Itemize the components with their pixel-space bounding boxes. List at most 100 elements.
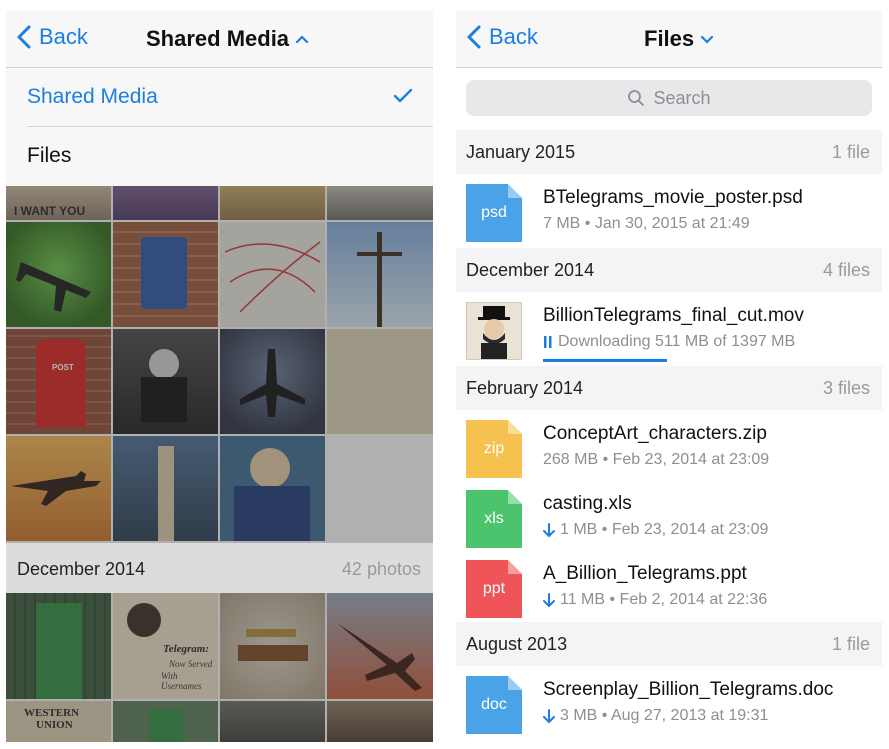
section-title: December 2014 (466, 260, 595, 280)
menu-item-shared-media[interactable]: Shared Media (6, 68, 433, 126)
section-count: 4 files (822, 260, 870, 280)
section-title: February 2014 (466, 378, 584, 398)
section-count: 1 file (831, 142, 870, 162)
section-count: 1 file (831, 634, 870, 654)
file-name: BTelegrams_movie_poster.psd (543, 187, 803, 208)
search-icon (628, 90, 645, 106)
file-ext-label: ppt (482, 580, 506, 597)
files-panel: Back Files Search January 2015 1 file ps… (456, 10, 882, 742)
file-meta: 1 MB • Feb 23, 2014 at 23:09 (543, 521, 768, 539)
photo-tile[interactable] (220, 593, 325, 699)
photo-tile[interactable] (220, 222, 325, 327)
nav-title-dropdown[interactable]: Files (644, 26, 714, 52)
section-count: 3 files (822, 378, 870, 398)
file-row[interactable]: xls casting.xls 1 MB • Feb 23, 2014 at 2… (456, 480, 882, 550)
file-meta-text: 11 MB • Feb 2, 2014 at 22:36 (560, 591, 768, 608)
xls-file-icon: xls (466, 490, 522, 548)
menu-item-files[interactable]: Files (6, 127, 433, 185)
zip-file-icon: zip (466, 420, 522, 478)
photo-tile[interactable] (220, 329, 325, 434)
photo-tile[interactable] (6, 222, 111, 327)
photo-caption: UNION (36, 719, 73, 731)
photo-tile[interactable] (327, 329, 433, 434)
ppt-file-icon: ppt (466, 560, 522, 618)
file-meta-text: 7 MB • Jan 30, 2015 at 21:49 (543, 215, 750, 232)
shared-media-panel: I WANT YOU POST Telegram: Now Served Wit… (6, 10, 433, 742)
search-input[interactable]: Search (466, 80, 872, 116)
photo-tile[interactable] (113, 186, 218, 220)
back-button[interactable]: Back (467, 24, 538, 50)
nav-title-dropdown[interactable]: Shared Media (146, 26, 309, 52)
photo-tile[interactable]: I WANT YOU (6, 186, 111, 220)
file-row[interactable]: ppt A_Billion_Telegrams.ppt 11 MB • Feb … (456, 550, 882, 620)
back-label: Back (39, 24, 88, 49)
file-row[interactable]: psd BTelegrams_movie_poster.psd 7 MB • J… (456, 174, 882, 244)
page-title: Files (644, 26, 695, 51)
chevron-left-icon (17, 25, 31, 49)
menu-item-label: Files (27, 144, 72, 167)
download-status: Downloading 511 MB of 1397 MB (558, 333, 796, 350)
section-title: August 2013 (466, 634, 568, 654)
file-name: ConceptArt_characters.zip (543, 423, 767, 444)
photo-tile[interactable] (113, 329, 218, 434)
photo-tile[interactable] (327, 593, 433, 699)
photo-caption: I WANT YOU (14, 204, 86, 218)
file-name: BillionTelegrams_final_cut.mov (543, 305, 804, 326)
file-meta-text: 268 MB • Feb 23, 2014 at 23:09 (543, 451, 770, 468)
photo-tile[interactable] (113, 436, 218, 541)
psd-file-icon: psd (466, 184, 522, 242)
file-row[interactable]: BillionTelegrams_final_cut.mov Downloadi… (456, 292, 882, 362)
chevron-left-icon (467, 25, 481, 49)
video-thumbnail (466, 302, 522, 360)
chevron-up-icon (295, 35, 309, 44)
section-title: January 2015 (466, 142, 576, 162)
file-ext-label: doc (481, 696, 507, 713)
photo-tile[interactable]: POST (6, 329, 111, 434)
photo-tile[interactable] (220, 701, 325, 742)
download-arrow-icon (543, 708, 555, 723)
file-row[interactable]: zip ConceptArt_characters.zip 268 MB • F… (456, 410, 882, 480)
photo-tile[interactable] (327, 701, 433, 742)
file-ext-label: xls (484, 510, 504, 527)
photo-tile[interactable] (6, 436, 111, 541)
photo-tile[interactable] (6, 593, 111, 699)
photo-caption: Telegram: (163, 643, 210, 655)
file-row[interactable]: doc Screenplay_Billion_Telegrams.doc 3 M… (456, 666, 882, 736)
back-button[interactable]: Back (17, 24, 88, 50)
file-meta: 11 MB • Feb 2, 2014 at 22:36 (543, 591, 767, 609)
photo-tile[interactable] (220, 186, 325, 220)
chevron-down-icon (701, 35, 714, 44)
section-header: February 2014 3 files (456, 366, 882, 410)
nav-bar: Back Shared Media (6, 10, 433, 68)
download-arrow-icon (543, 592, 555, 607)
file-meta-text: 3 MB • Aug 27, 2013 at 19:31 (560, 707, 769, 724)
download-progress-bar (543, 359, 667, 362)
file-meta: 268 MB • Feb 23, 2014 at 23:09 (543, 451, 769, 469)
section-header: January 2015 1 file (456, 130, 882, 174)
doc-file-icon: doc (466, 676, 522, 734)
photo-tile[interactable] (327, 186, 433, 220)
photo-tile[interactable] (327, 222, 433, 327)
file-ext-label: zip (483, 440, 505, 457)
file-name: Screenplay_Billion_Telegrams.doc (543, 679, 834, 700)
photo-tile[interactable] (113, 701, 218, 742)
photo-tile[interactable] (113, 222, 218, 327)
checkmark-icon (393, 88, 413, 103)
photo-caption: WESTERN (24, 707, 80, 719)
file-meta-text: 1 MB • Feb 23, 2014 at 23:09 (560, 521, 769, 538)
section-header: December 2014 4 files (456, 248, 882, 292)
photo-caption: POST (52, 363, 74, 372)
file-meta: Downloading 511 MB of 1397 MB (543, 333, 795, 351)
photo-tile[interactable]: Telegram: Now Served With Usernames (113, 593, 218, 699)
photo-tile[interactable] (220, 436, 325, 541)
pause-icon[interactable] (543, 335, 553, 349)
file-meta: 7 MB • Jan 30, 2015 at 21:49 (543, 215, 750, 233)
section-header: August 2013 1 file (456, 622, 882, 666)
menu-item-label: Shared Media (27, 85, 158, 108)
file-name: A_Billion_Telegrams.ppt (543, 563, 747, 584)
section-header: December 2014 42 photos (6, 543, 433, 593)
photo-tile[interactable]: WESTERN UNION (6, 701, 111, 742)
photo-tile[interactable] (327, 436, 433, 541)
search-placeholder: Search (653, 87, 711, 108)
section-title: December 2014 (17, 559, 146, 579)
